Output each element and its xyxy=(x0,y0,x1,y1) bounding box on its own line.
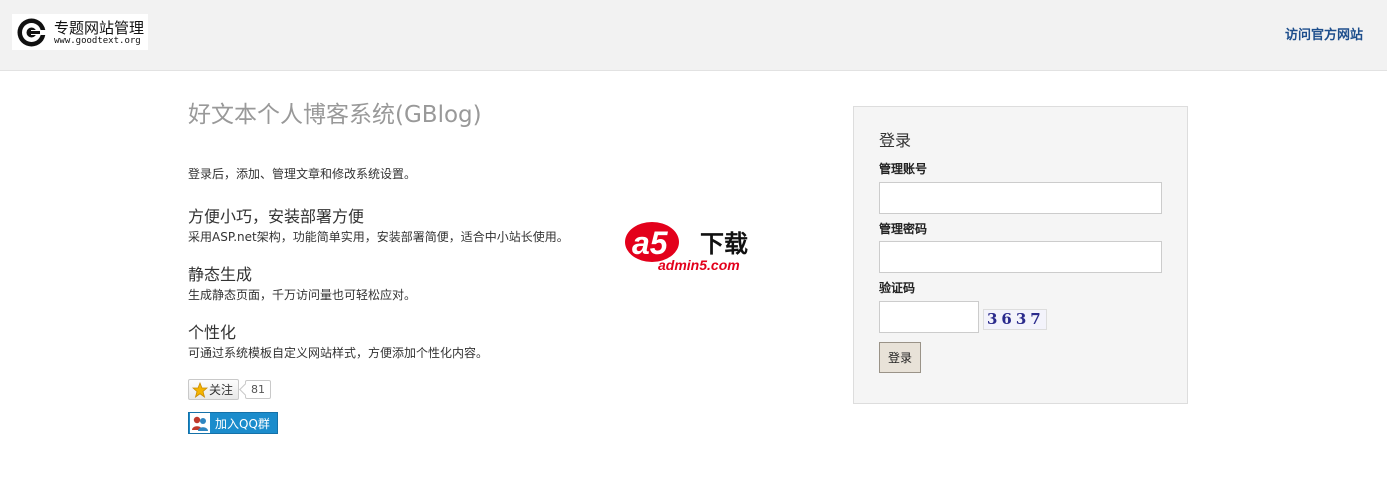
watermark-site: admin5.com xyxy=(658,257,740,273)
captcha-input[interactable] xyxy=(879,301,979,333)
top-bar: 专题网站管理 www.goodtext.org 访问官方网站 xyxy=(0,0,1387,71)
admin5-watermark-logo: a5 下载 admin5.com xyxy=(625,222,748,273)
login-button[interactable]: 登录 xyxy=(879,342,921,373)
intro-text: 登录后，添加、管理文章和修改系统设置。 xyxy=(188,167,417,181)
feature-title: 方便小巧，安装部署方便 xyxy=(188,207,365,226)
captcha-image[interactable]: 3637 xyxy=(983,309,1047,330)
watermark-brand: a5 xyxy=(632,225,669,261)
logo-title: 专题网站管理 xyxy=(54,19,145,37)
follow-count: 81 xyxy=(245,380,272,399)
follow-widget: 关注 81 xyxy=(188,379,272,400)
follow-label: 关注 xyxy=(209,383,234,397)
captcha-label: 验证码 xyxy=(879,281,916,295)
qq-button-label: 加入QQ群 xyxy=(215,416,270,431)
account-label: 管理账号 xyxy=(879,162,928,176)
visit-official-site-link[interactable]: 访问官方网站 xyxy=(1285,24,1363,43)
site-logo[interactable]: 专题网站管理 www.goodtext.org xyxy=(12,14,148,50)
join-qq-group-button[interactable]: 加入QQ群 xyxy=(188,412,278,434)
login-title: 登录 xyxy=(879,131,912,150)
page-title: 好文本个人博客系统(GBlog) xyxy=(188,102,482,128)
feature-title: 个性化 xyxy=(188,323,237,342)
account-input[interactable] xyxy=(879,182,1162,214)
feature-desc: 采用ASP.net架构，功能简单实用，安装部署简便，适合中小站长使用。 xyxy=(188,230,569,244)
password-label: 管理密码 xyxy=(879,222,928,236)
logo-url: www.goodtext.org xyxy=(54,36,141,46)
qq-group-icon xyxy=(190,413,210,433)
star-icon xyxy=(192,381,208,398)
feature-title: 静态生成 xyxy=(188,265,253,284)
login-panel: 登录 管理账号 管理密码 验证码 3637 登录 xyxy=(853,106,1188,404)
feature-desc: 生成静态页面，千万访问量也可轻松应对。 xyxy=(188,288,417,302)
follow-button[interactable]: 关注 xyxy=(188,379,240,400)
feature-desc: 可通过系统模板自定义网站样式，方便添加个性化内容。 xyxy=(188,346,489,360)
password-input[interactable] xyxy=(879,241,1162,273)
logo-g-icon xyxy=(17,18,48,47)
watermark-tag: 下载 xyxy=(700,230,748,258)
